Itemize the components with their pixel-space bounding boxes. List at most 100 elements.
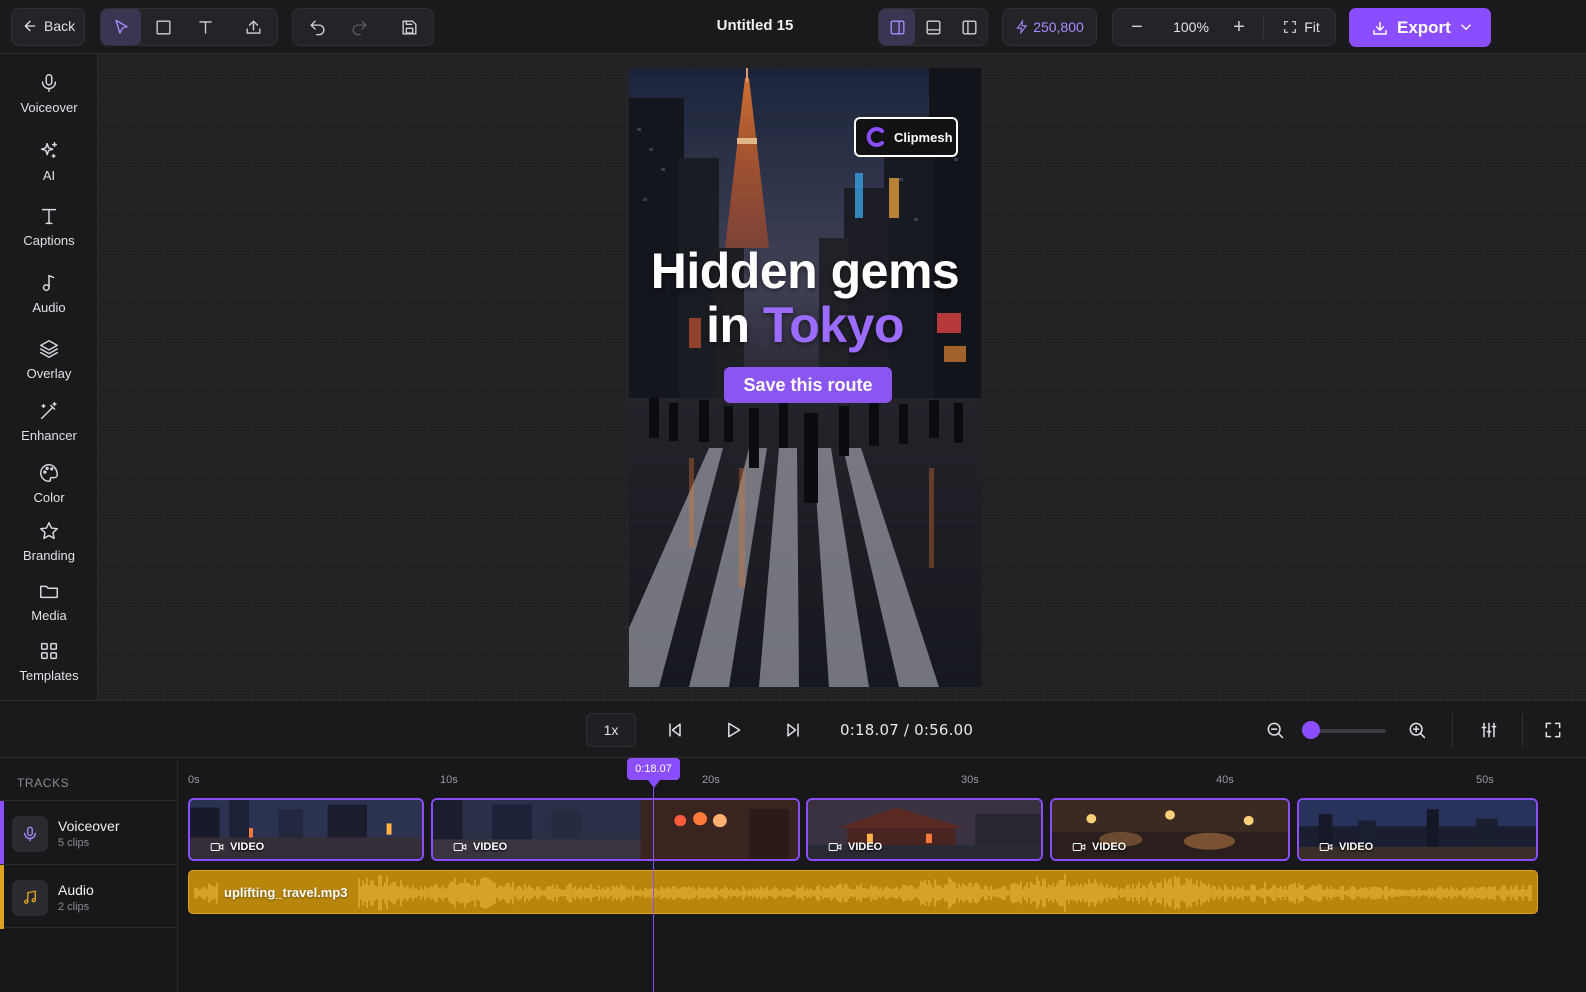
sidebar-item-ai[interactable]: AI <box>0 140 98 196</box>
track-name: Voiceover <box>58 818 120 834</box>
sidebar-item-captions[interactable]: Captions <box>0 205 98 261</box>
timeline-zoom-in-button[interactable] <box>1402 715 1432 745</box>
rectangle-tool[interactable] <box>143 9 183 45</box>
video-preview[interactable]: Clipmesh Hidden gems in Tokyo Save this … <box>629 68 981 687</box>
undo-icon <box>309 19 324 35</box>
track-header-audio[interactable]: Audio 2 clips <box>0 864 178 929</box>
speed-selector[interactable]: 1x <box>586 713 636 747</box>
track-name: Audio <box>58 882 94 898</box>
headline-text[interactable]: Hidden gems in Tokyo <box>629 244 981 352</box>
sidebar-item-overlay[interactable]: Overlay <box>0 338 98 394</box>
video-clip[interactable]: VIDEO <box>1050 798 1290 861</box>
track-color-bar <box>0 801 4 865</box>
chevron-down-icon[interactable] <box>1457 18 1475 36</box>
video-camera-icon <box>1319 843 1333 851</box>
tracks-heading: TRACKS <box>17 776 70 790</box>
redo-button[interactable] <box>339 9 379 45</box>
video-clip[interactable]: VIDEO <box>431 798 800 861</box>
sidebar-item-voiceover[interactable]: Voiceover <box>0 72 98 128</box>
grid-icon <box>40 642 58 660</box>
audio-clip[interactable]: uplifting_travel.mp3 <box>188 870 1538 914</box>
mixer-button[interactable] <box>1474 715 1504 745</box>
text-tool[interactable] <box>185 9 225 45</box>
back-label: Back <box>44 18 76 34</box>
sidebar-item-label: Captions <box>23 233 75 248</box>
play-button[interactable] <box>718 715 748 745</box>
music-note-icon <box>24 890 36 904</box>
divider <box>1263 15 1264 39</box>
clip-tag: VIDEO <box>1072 841 1126 853</box>
square-icon <box>155 19 171 35</box>
select-tool[interactable] <box>101 9 141 45</box>
sidebar-item-color[interactable]: Color <box>0 462 98 518</box>
time-separator: / <box>903 721 910 739</box>
tool-group <box>100 8 278 46</box>
sidebar-item-label: Branding <box>22 548 76 563</box>
sidebar-item-templates[interactable]: Templates <box>0 640 98 696</box>
layers-icon <box>40 340 58 358</box>
cursor-icon <box>114 19 128 34</box>
fullscreen-button[interactable] <box>1538 715 1568 745</box>
sidebar-item-branding[interactable]: Branding <box>0 520 98 576</box>
headline-accent: Tokyo <box>762 297 905 353</box>
zoom-in-button[interactable]: + <box>1221 9 1257 45</box>
track-color-bar <box>0 865 4 929</box>
video-clip[interactable]: VIDEO <box>806 798 1043 861</box>
sparkles-icon <box>40 142 58 159</box>
panel-bottom-icon <box>925 19 941 35</box>
zoom-in-icon <box>1409 722 1426 739</box>
tools-sidebar: Voiceover AI Captions Audio Overlay Enha… <box>0 54 98 700</box>
lightning-icon <box>1016 20 1028 34</box>
credits-badge[interactable]: 250,800 <box>1002 8 1097 46</box>
video-clip[interactable]: VIDEO <box>188 798 424 861</box>
export-button[interactable]: Export <box>1349 8 1491 47</box>
clip-label: VIDEO <box>1339 841 1374 853</box>
project-title[interactable]: Untitled 15 <box>680 17 830 34</box>
track-header-voiceover[interactable]: Voiceover 5 clips <box>0 800 178 865</box>
video-camera-icon <box>828 843 842 851</box>
brand-badge[interactable]: Clipmesh <box>854 117 958 157</box>
audio-waveform <box>194 874 1532 912</box>
zoom-value[interactable]: 100% <box>1159 19 1223 35</box>
playhead-handle[interactable] <box>648 780 660 788</box>
video-clip[interactable]: VIDEO <box>1297 798 1538 861</box>
layout-left-panel[interactable] <box>951 9 987 45</box>
cta-button[interactable]: Save this route <box>724 367 892 403</box>
panel-left-icon <box>961 19 977 35</box>
timeline-panel: TRACKS Voiceover 5 clips Audio 2 clips 0… <box>0 758 1586 992</box>
panel-right-icon <box>889 19 905 35</box>
headline-line-2: in Tokyo <box>629 298 981 352</box>
upload-button[interactable] <box>233 9 273 45</box>
video-camera-icon <box>453 843 467 851</box>
fullscreen-icon <box>1284 21 1297 33</box>
skip-back-button[interactable] <box>660 715 690 745</box>
fit-button[interactable]: Fit <box>1271 9 1331 45</box>
sidebar-item-audio[interactable]: Audio <box>0 272 98 328</box>
clip-label: VIDEO <box>230 841 265 853</box>
undo-button[interactable] <box>297 9 337 45</box>
sidebar-item-media[interactable]: Media <box>0 580 98 636</box>
ruler-tick-label: 10s <box>440 774 458 786</box>
brand-name: Clipmesh <box>894 129 953 145</box>
divider <box>1522 713 1523 747</box>
playhead-label[interactable]: 0:18.07 <box>627 758 680 780</box>
back-button[interactable]: Back <box>11 8 85 46</box>
palette-icon <box>40 464 58 482</box>
divider <box>1452 713 1453 747</box>
star-icon <box>40 522 58 540</box>
sidebar-item-label: Enhancer <box>21 428 77 443</box>
timeline-zoom-handle[interactable] <box>1302 721 1320 739</box>
ruler-tick-label: 20s <box>702 774 720 786</box>
ruler-tick-label: 40s <box>1216 774 1234 786</box>
mic-icon <box>24 826 36 842</box>
playhead-line[interactable] <box>653 788 654 992</box>
sidebar-item-enhancer[interactable]: Enhancer <box>0 400 98 456</box>
timeline-zoom-out-button[interactable] <box>1260 715 1290 745</box>
audio-file-name: uplifting_travel.mp3 <box>224 885 348 900</box>
skip-forward-button[interactable] <box>778 715 808 745</box>
save-button[interactable] <box>389 9 429 45</box>
zoom-out-button[interactable]: − <box>1119 9 1155 45</box>
clip-tag: VIDEO <box>828 841 882 853</box>
layout-bottom-panel[interactable] <box>915 9 951 45</box>
layout-right-panel[interactable] <box>879 9 915 45</box>
